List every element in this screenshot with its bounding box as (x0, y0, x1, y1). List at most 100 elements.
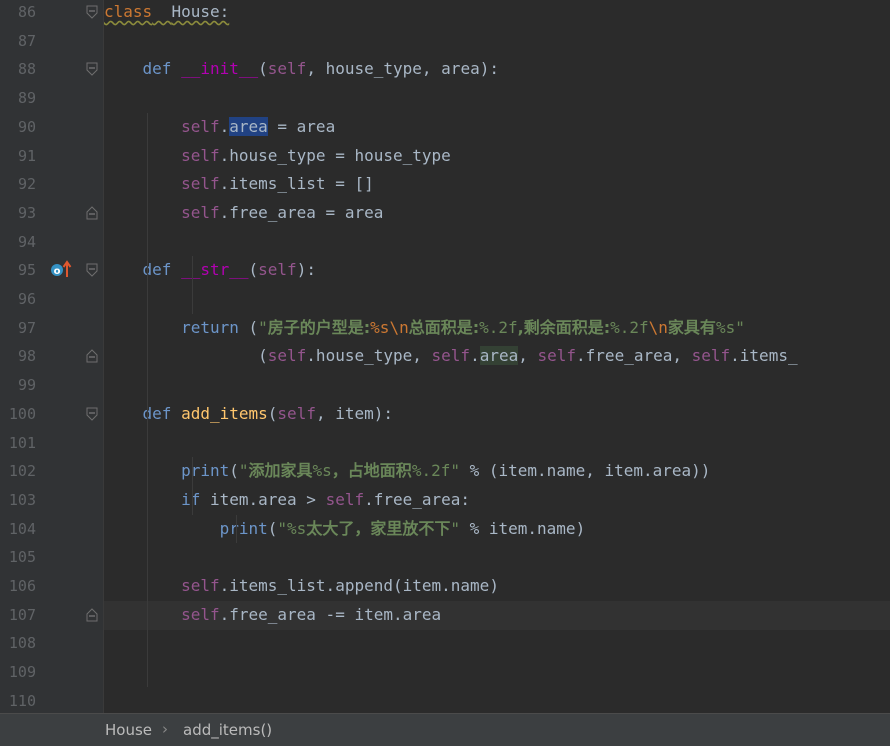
line-number: 108 (8, 634, 36, 653)
code-line[interactable]: 97 return ("房子的户型是:%s\n总面积是:%.2f,剩余面积是:%… (0, 314, 890, 343)
code-token: self (181, 145, 220, 165)
line-number: 95 (17, 261, 36, 280)
code-token: self (181, 116, 220, 136)
code-token: %s (312, 461, 332, 481)
line-number: 102 (8, 462, 36, 481)
code-line-background (104, 658, 890, 687)
code-token: area (229, 116, 268, 136)
code-line[interactable]: 107 self.free_area -= item.area (0, 600, 890, 630)
code-line[interactable]: 87 (0, 27, 890, 56)
fold-marker-icon[interactable] (86, 205, 98, 220)
line-number: 99 (17, 376, 36, 395)
code-line[interactable]: 93 self.free_area = area (0, 199, 890, 228)
line-number: 103 (8, 490, 36, 509)
code-text: class House: (104, 2, 229, 22)
code-editor[interactable]: 86 class House: 87 88 def __init__(self, ho… (0, 0, 890, 713)
code-line[interactable]: 94 (0, 228, 890, 257)
breadcrumb-bar: House › add_items() (0, 713, 890, 746)
line-number: 89 (17, 89, 36, 108)
breadcrumb-method[interactable]: add_items() (183, 721, 272, 739)
code-line[interactable]: 98 (self.house_type, self.area, self.fre… (0, 342, 890, 371)
code-token: " (238, 461, 249, 481)
code-token: " (450, 518, 460, 538)
indent-guide (147, 112, 148, 687)
code-token: % (item.name, item.area)) (459, 461, 711, 481)
code-line[interactable]: 110 (0, 687, 890, 713)
code-line[interactable]: 95 def __str__(self): (0, 256, 890, 285)
indent-guide (192, 457, 193, 515)
code-text: self.free_area = area (104, 203, 383, 223)
code-token: ( (248, 260, 259, 280)
code-line[interactable]: 101 (0, 429, 890, 458)
code-token: %s\n (370, 317, 409, 337)
code-token: 总面积是: (408, 317, 480, 337)
breadcrumb-class[interactable]: House (105, 721, 152, 739)
code-line-background (104, 429, 890, 458)
override-method-icon[interactable]: o (50, 259, 72, 279)
fold-marker-icon[interactable] (86, 262, 98, 278)
code-line[interactable]: 91 self.house_type = house_type (0, 142, 890, 171)
code-token: ( (229, 461, 239, 481)
line-number: 106 (8, 577, 36, 595)
code-token: .free_area, (576, 346, 692, 366)
line-number: 97 (17, 318, 36, 337)
code-token: . (470, 346, 480, 366)
code-line[interactable]: 109 (0, 658, 890, 687)
code-token: if (181, 489, 201, 509)
code-token: , house_type, area): (306, 59, 499, 79)
code-line[interactable]: 104 print("%s太大了，家里放不下" % item.name) (0, 515, 890, 544)
code-line[interactable]: 103 if item.area > self.free_area: (0, 486, 890, 515)
code-line[interactable]: 88 def __init__(self, house_type, area): (0, 55, 890, 84)
code-line[interactable]: 108 (0, 629, 890, 658)
code-line[interactable]: 89 (0, 84, 890, 113)
code-line-background (104, 371, 890, 400)
fold-marker-icon[interactable] (86, 406, 98, 421)
code-token: %.2f (479, 317, 518, 337)
code-token: %.2f" (411, 461, 460, 481)
code-line-background (104, 228, 890, 257)
code-line[interactable]: 96 (0, 285, 890, 314)
code-line[interactable]: 99 (0, 371, 890, 400)
code-line[interactable]: 105 (0, 543, 890, 572)
code-token: self (267, 346, 307, 366)
code-token: self (267, 59, 307, 79)
code-text: def __str__(self): (104, 260, 316, 280)
code-text: self.items_list = [] (104, 174, 374, 194)
code-line[interactable]: 100 def add_items(self, item): (0, 400, 890, 429)
code-line[interactable]: 90 self.area = area (0, 113, 890, 142)
code-token: .items_list = [] (219, 174, 374, 194)
code-token: House: (171, 2, 230, 21)
code-token: class (104, 2, 153, 21)
indent-guide (236, 514, 237, 544)
code-token: add_items (181, 403, 268, 423)
code-text: self.house_type = house_type (104, 146, 451, 166)
line-number: 100 (8, 404, 36, 423)
code-line[interactable]: 92 self.items_list = [] (0, 170, 890, 199)
fold-marker-icon[interactable] (86, 61, 98, 77)
fold-marker-icon[interactable] (86, 4, 98, 19)
fold-marker-icon[interactable] (86, 607, 98, 622)
code-line[interactable]: 106 self.items_list.append(item.name) (0, 572, 890, 601)
code-text: return ("房子的户型是:%s\n总面积是:%.2f,剩余面积是:%.2f… (104, 318, 745, 338)
code-token: print (181, 461, 230, 481)
code-token: return (181, 317, 239, 337)
code-line-background (104, 285, 890, 314)
line-number: 87 (17, 31, 36, 50)
code-line[interactable]: 86 class House: (0, 0, 890, 27)
code-line[interactable]: 102 print("添加家具%s，占地面积%.2f" % (item.name… (0, 457, 890, 486)
code-token: area (479, 346, 519, 366)
fold-marker-icon[interactable] (86, 348, 98, 363)
line-number: 96 (17, 290, 36, 308)
code-token: ( (267, 403, 278, 423)
